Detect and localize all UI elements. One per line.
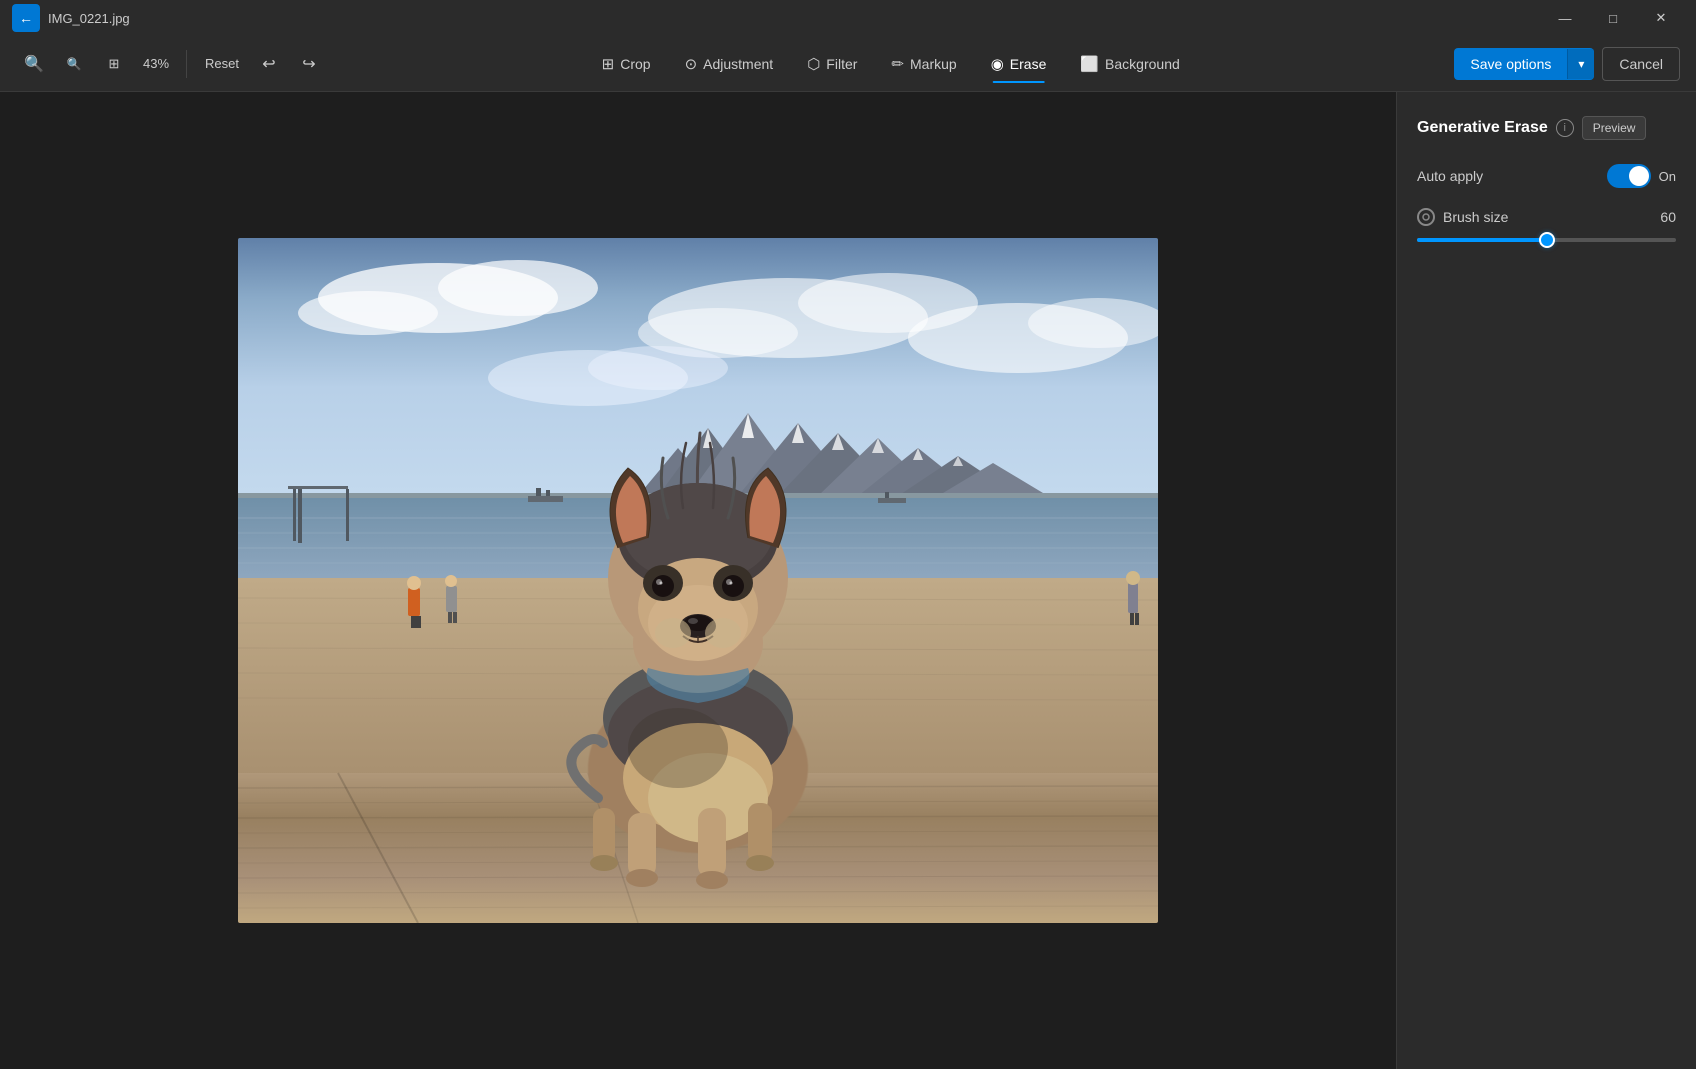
auto-apply-label: Auto apply [1417,168,1483,184]
zoom-out-button[interactable]: 🔍 [56,46,92,82]
back-button[interactable]: ← [12,4,40,32]
markup-icon: ✏ [891,55,904,73]
brush-size-left: Brush size [1417,208,1508,226]
fit-icon: ⊞ [109,56,120,72]
background-label: Background [1105,56,1180,72]
save-options-button[interactable]: Save options [1454,48,1567,80]
erase-label: Erase [1010,56,1047,72]
redo-icon: ↪ [302,54,315,74]
window-controls: — □ ✕ [1542,0,1684,36]
adjustment-label: Adjustment [703,56,773,72]
auto-apply-row: Auto apply On [1417,164,1676,188]
undo-icon: ↩ [262,54,275,74]
minimize-button[interactable]: — [1542,0,1588,36]
markup-label: Markup [910,56,957,72]
save-options-group: Save options ▾ [1454,48,1594,80]
slider-fill [1417,238,1547,242]
zoom-out-icon: 🔍 [67,57,82,71]
close-button[interactable]: ✕ [1638,0,1684,36]
main-content: Generative Erase i Preview Auto apply On [0,92,1696,1069]
image-canvas [238,238,1158,923]
fit-button[interactable]: ⊞ [96,46,132,82]
tool-filter[interactable]: ⬡ Filter [791,47,873,81]
toolbar: 🔍 🔍 ⊞ 43% Reset ↩ ↪ ⊞ Crop ⊙ Adjustment … [0,36,1696,92]
toolbar-right: Save options ▾ Cancel [1454,47,1680,81]
filter-icon: ⬡ [807,55,820,73]
cancel-button[interactable]: Cancel [1602,47,1680,81]
toolbar-left: 🔍 🔍 ⊞ 43% Reset ↩ ↪ [16,46,327,82]
background-icon: ⬜ [1080,55,1099,73]
crop-label: Crop [620,56,650,72]
brush-icon [1417,208,1435,226]
preview-button[interactable]: Preview [1582,116,1647,140]
brush-size-slider-container [1417,238,1676,242]
slider-thumb[interactable] [1539,232,1555,248]
right-panel: Generative Erase i Preview Auto apply On [1396,92,1696,1069]
brush-size-label: Brush size [1443,209,1508,225]
chevron-down-icon: ▾ [1578,57,1584,71]
panel-title: Generative Erase [1417,119,1548,137]
photo [238,238,1158,923]
tool-adjustment[interactable]: ⊙ Adjustment [669,47,790,81]
zoom-in-icon: 🔍 [24,54,44,74]
crop-icon: ⊞ [602,55,615,73]
back-icon: ← [19,10,33,26]
slider-track[interactable] [1417,238,1676,242]
tool-crop[interactable]: ⊞ Crop [586,47,667,81]
toolbar-nav: ⊞ Crop ⊙ Adjustment ⬡ Filter ✏ Markup ◉ … [586,47,1196,81]
image-area[interactable] [0,92,1396,1069]
save-options-dropdown-button[interactable]: ▾ [1567,49,1594,79]
brush-size-row: Brush size 60 [1417,208,1676,226]
auto-apply-toggle-group: On [1607,164,1676,188]
tool-erase[interactable]: ◉ Erase [975,47,1063,81]
toggle-thumb [1629,166,1649,186]
brush-size-value: 60 [1660,209,1676,225]
brush-svg-icon [1421,212,1431,222]
panel-header: Generative Erase i Preview [1417,116,1676,140]
info-icon[interactable]: i [1556,119,1574,137]
reset-button[interactable]: Reset [197,46,247,82]
undo-button[interactable]: ↩ [251,46,287,82]
divider [186,50,187,78]
erase-icon: ◉ [991,55,1004,73]
auto-apply-state: On [1659,169,1676,184]
auto-apply-toggle[interactable] [1607,164,1651,188]
adjustment-icon: ⊙ [685,55,698,73]
redo-button[interactable]: ↪ [291,46,327,82]
zoom-in-button[interactable]: 🔍 [16,46,52,82]
photo-svg [238,238,1158,923]
zoom-level: 43% [136,56,176,71]
filter-label: Filter [826,56,857,72]
title-bar: ← IMG_0221.jpg — □ ✕ [0,0,1696,36]
tool-markup[interactable]: ✏ Markup [875,47,972,81]
tool-background[interactable]: ⬜ Background [1064,47,1195,81]
maximize-button[interactable]: □ [1590,0,1636,36]
filename-label: IMG_0221.jpg [48,11,130,26]
